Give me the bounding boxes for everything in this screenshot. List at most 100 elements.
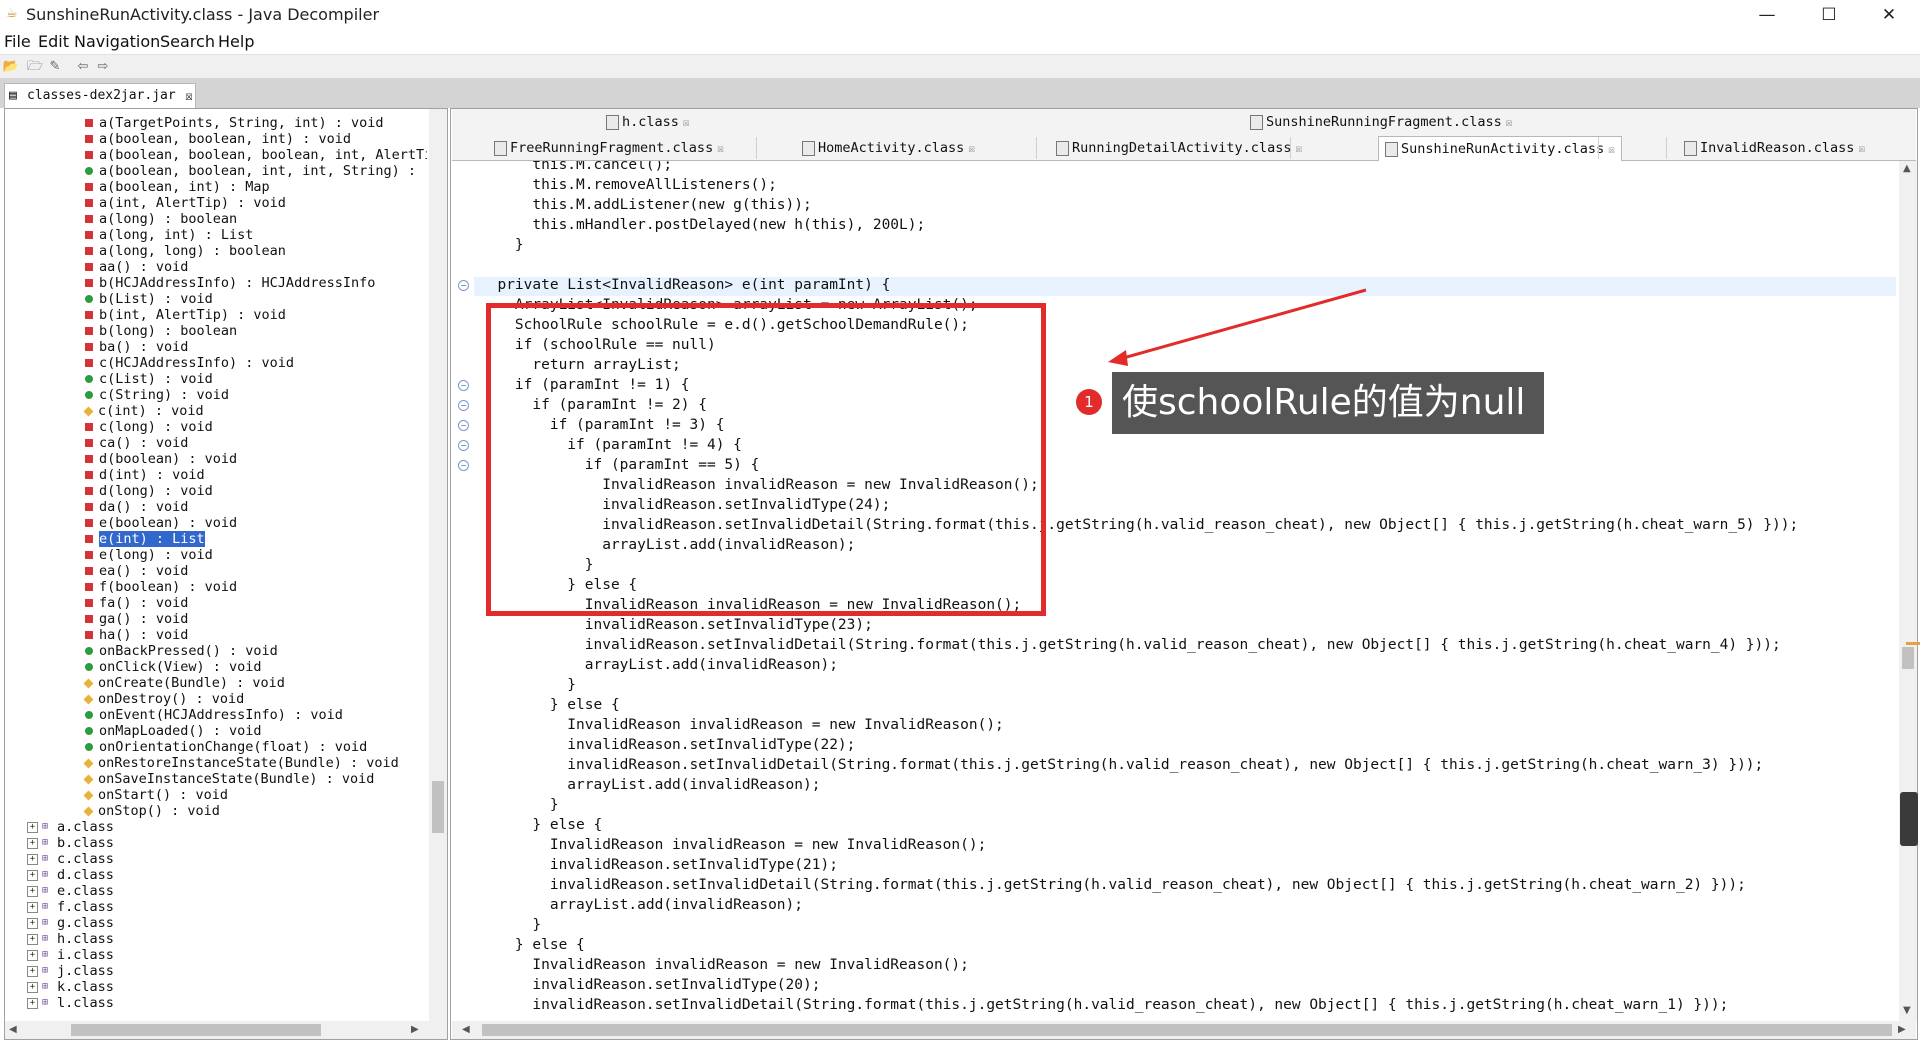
code-scroll-right-icon[interactable]: ▶ [1898,1024,1906,1035]
close-tab-icon[interactable]: ☒ [683,116,690,129]
method-node[interactable]: ca() : void [85,435,188,451]
editor-tab[interactable]: InvalidReason.class ☒ [1684,138,1865,158]
class-node[interactable]: + ⊞ c.class [27,851,114,867]
close-tab-icon[interactable]: ☒ [1295,142,1302,155]
method-node[interactable]: b(HCJAddressInfo) : HCJAddressInfo [85,275,375,291]
method-node[interactable]: b(long) : boolean [85,323,237,339]
method-node[interactable]: a(long, int) : List [85,227,253,243]
method-node[interactable]: c(int) : void [83,403,204,419]
menu-edit[interactable]: Edit [38,32,69,51]
method-node[interactable]: onStop() : void [83,803,220,819]
back-arrow-icon[interactable]: ⇦ [74,58,92,75]
scroll-right-icon[interactable]: ▶ [411,1024,419,1035]
expand-icon[interactable]: + [27,997,38,1009]
method-node[interactable]: onDestroy() : void [83,691,244,707]
method-node[interactable]: e(int) : List [85,531,205,547]
method-node[interactable]: aa() : void [85,259,188,275]
method-node[interactable]: onRestoreInstanceState(Bundle) : void [83,755,399,771]
method-node[interactable]: ga() : void [85,611,188,627]
method-node[interactable]: d(int) : void [85,467,205,483]
code-hscroll-thumb[interactable] [482,1024,1892,1036]
tree-horizontal-scrollbar[interactable]: ◀ ▶ [5,1021,447,1039]
method-node[interactable]: onMapLoaded() : void [85,723,262,739]
editor-tab[interactable]: HomeActivity.class ☒ [802,138,975,158]
fold-toggle-icon[interactable]: − [458,400,469,411]
class-node[interactable]: + ⊞ j.class [27,963,114,979]
expand-icon[interactable]: + [27,869,38,881]
open-type-icon[interactable]: 🗁 [26,58,44,75]
expand-icon[interactable]: + [27,901,38,913]
close-tab-icon[interactable]: ☒ [1608,143,1615,156]
scroll-left-icon[interactable]: ◀ [9,1024,17,1035]
scroll-down-icon[interactable]: ▼ [1903,1005,1911,1016]
close-tab-icon[interactable]: ☒ [185,89,193,104]
method-node[interactable]: ha() : void [85,627,188,643]
jar-tab[interactable]: ▤ classes-dex2jar.jar ☒ [4,83,196,109]
tree-hscroll-thumb[interactable] [71,1024,321,1036]
scroll-up-icon[interactable]: ▲ [1903,163,1911,174]
method-node[interactable]: a(long) : boolean [85,211,237,227]
fold-toggle-icon[interactable]: − [458,420,469,431]
method-node[interactable]: a(boolean, boolean, int, int, String) : … [85,163,427,179]
fold-toggle-icon[interactable]: − [458,280,469,291]
method-node[interactable]: a(boolean, boolean, int) : void [85,131,351,147]
class-node[interactable]: + ⊞ f.class [27,899,114,915]
expand-icon[interactable]: + [27,821,38,833]
method-node[interactable]: onOrientationChange(float) : void [85,739,367,755]
maximize-button[interactable]: ☐ [1806,2,1852,28]
side-handle[interactable] [1900,792,1918,846]
method-node[interactable]: onStart() : void [83,787,228,803]
editor-tab[interactable]: FreeRunningFragment.class ☒ [494,138,724,158]
menu-file[interactable]: File [4,32,31,51]
class-node[interactable]: + ⊞ b.class [27,835,114,851]
method-node[interactable]: a(boolean, boolean, boolean, int, AlertT… [85,147,427,163]
class-node[interactable]: + ⊞ i.class [27,947,114,963]
tree-vertical-scrollbar[interactable] [429,109,447,1021]
method-node[interactable]: ba() : void [85,339,188,355]
expand-icon[interactable]: + [27,885,38,897]
class-node[interactable]: + ⊞ l.class [27,995,114,1011]
editor-tab[interactable]: SunshineRunningFragment.class ☒ [1250,112,1512,132]
method-node[interactable]: a(boolean, int) : Map [85,179,270,195]
close-tab-icon[interactable]: ☒ [717,142,724,155]
method-node[interactable]: b(int, AlertTip) : void [85,307,286,323]
expand-icon[interactable]: + [27,981,38,993]
close-tab-icon[interactable]: ☒ [1506,116,1513,129]
class-node[interactable]: + ⊞ e.class [27,883,114,899]
method-node[interactable]: f(boolean) : void [85,579,237,595]
tree-vscroll-thumb[interactable] [432,781,444,833]
method-node[interactable]: a(TargetPoints, String, int) : void [85,115,383,131]
menu-help[interactable]: Help [218,32,254,51]
code-scroll-left-icon[interactable]: ◀ [462,1024,470,1035]
code-vscroll-thumb[interactable] [1902,647,1914,669]
method-node[interactable]: da() : void [85,499,188,515]
class-node[interactable]: + ⊞ h.class [27,931,114,947]
minimize-button[interactable]: — [1744,2,1790,28]
method-node[interactable]: a(int, AlertTip) : void [85,195,286,211]
close-tab-icon[interactable]: ☒ [1858,142,1865,155]
method-node[interactable]: onEvent(HCJAddressInfo) : void [85,707,343,723]
expand-icon[interactable]: + [27,965,38,977]
method-node[interactable]: d(boolean) : void [85,451,237,467]
open-file-icon[interactable]: 📂 [2,58,20,75]
editor-tab[interactable]: h.class ☒ [606,112,690,132]
close-window-button[interactable]: ✕ [1866,2,1912,28]
method-node[interactable]: c(List) : void [85,371,213,387]
method-node[interactable]: onClick(View) : void [85,659,262,675]
fold-toggle-icon[interactable]: − [458,380,469,391]
class-node[interactable]: + ⊞ g.class [27,915,114,931]
expand-icon[interactable]: + [27,949,38,961]
code-horizontal-scrollbar[interactable]: ◀ ▶ [452,1021,1916,1039]
method-node[interactable]: onBackPressed() : void [85,643,278,659]
method-node[interactable]: e(boolean) : void [85,515,237,531]
search-icon[interactable]: ✎ [46,58,64,75]
method-node[interactable]: a(long, long) : boolean [85,243,286,259]
method-node[interactable]: onSaveInstanceState(Bundle) : void [83,771,374,787]
fold-toggle-icon[interactable]: − [458,440,469,451]
forward-arrow-icon[interactable]: ⇨ [94,58,112,75]
expand-icon[interactable]: + [27,933,38,945]
method-node[interactable]: onCreate(Bundle) : void [83,675,285,691]
method-node[interactable]: e(long) : void [85,547,213,563]
menu-navigation[interactable]: Navigation [74,32,160,51]
expand-icon[interactable]: + [27,917,38,929]
